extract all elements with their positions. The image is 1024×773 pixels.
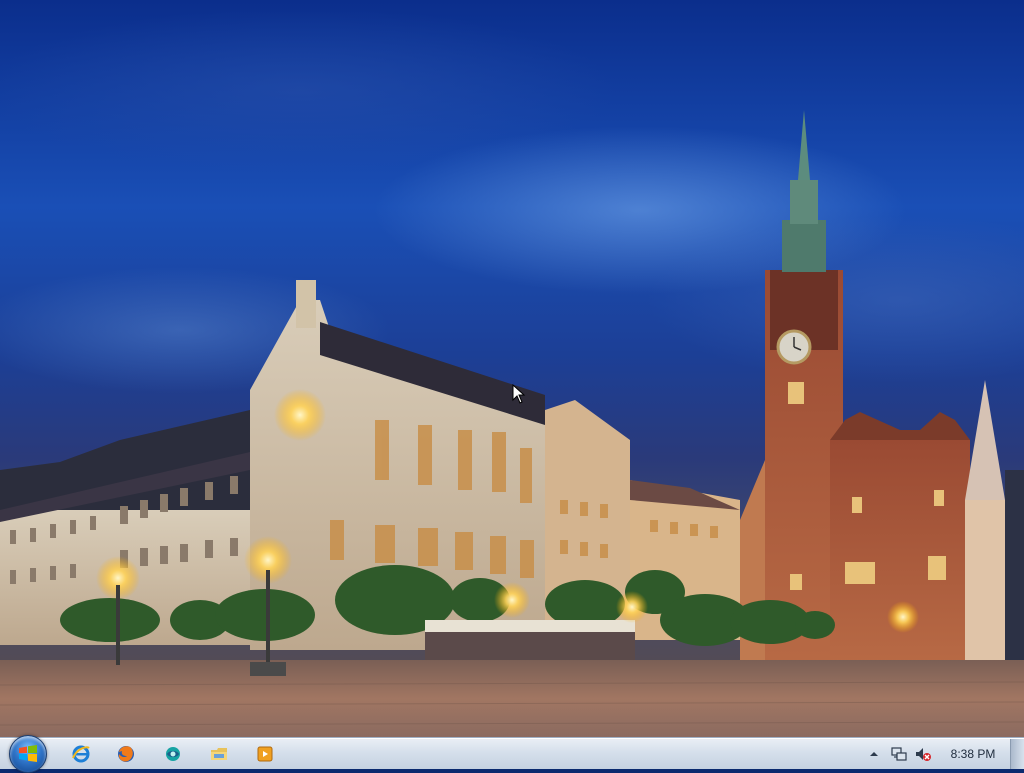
show-hidden-icons-chevron[interactable] bbox=[866, 746, 882, 762]
network-icon[interactable] bbox=[890, 745, 908, 763]
file-explorer-icon bbox=[211, 748, 227, 760]
internet-explorer-icon bbox=[72, 745, 90, 763]
app-icon bbox=[166, 747, 180, 761]
clock[interactable]: 8:38 PM bbox=[946, 747, 1000, 761]
wallpaper-image bbox=[0, 110, 1024, 738]
taskbar-pin-firefox[interactable] bbox=[107, 742, 145, 766]
taskbar-pin-media-player[interactable] bbox=[246, 742, 284, 766]
taskbar: 8:38 PM bbox=[0, 735, 1024, 773]
start-button[interactable] bbox=[9, 735, 47, 773]
mouse-pointer-icon bbox=[512, 384, 526, 404]
media-player-icon bbox=[257, 746, 273, 762]
show-desktop-button[interactable] bbox=[1010, 739, 1024, 769]
volume-muted-icon[interactable] bbox=[914, 745, 932, 763]
taskbar-pin-internet-explorer[interactable] bbox=[62, 742, 100, 766]
firefox-icon bbox=[118, 746, 134, 762]
desktop[interactable] bbox=[0, 0, 1024, 738]
taskbar-pin-app[interactable] bbox=[154, 742, 192, 766]
taskbar-pin-file-explorer[interactable] bbox=[200, 742, 238, 766]
windows-start-icon bbox=[19, 745, 37, 762]
